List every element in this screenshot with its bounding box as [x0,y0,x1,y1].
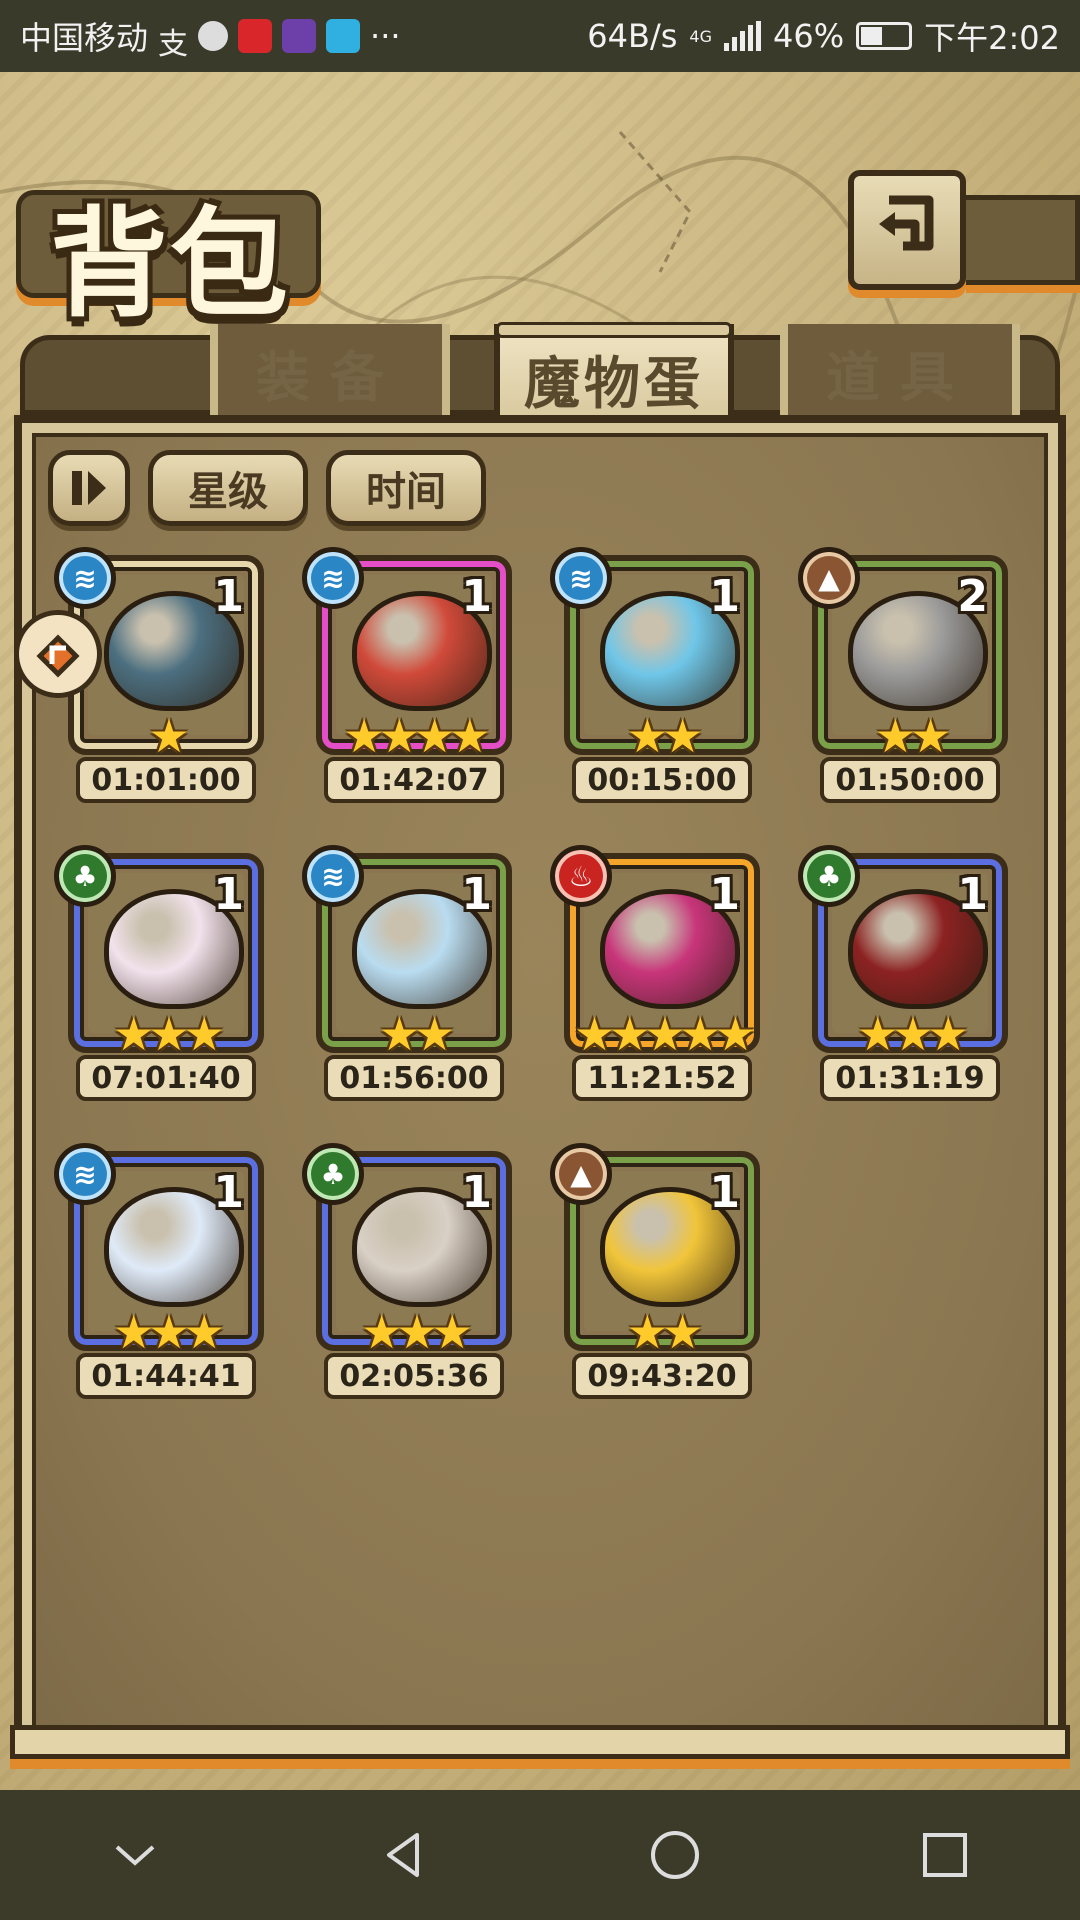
egg-count: 1 [461,1167,492,1218]
sort-by-time-label: 时间 [366,469,446,515]
hatch-timer: 02:05:36 [324,1353,504,1399]
egg-slot[interactable]: 1 ★★ ≋ 00:15:00 [550,547,760,805]
tab-label: 装备 [256,344,404,409]
back-bar [966,195,1080,285]
sort-toggle-button[interactable] [48,450,130,526]
hatch-timer: 09:43:20 [572,1353,752,1399]
tab-label: 道具 [826,344,974,409]
hatch-timer: 00:15:00 [572,757,752,803]
egg-slot[interactable]: 1 ★★★★ ≋ 01:42:07 [302,547,512,805]
egg-count: 1 [957,869,988,920]
battery-icon [856,22,913,50]
sort-toggle-icon [72,471,106,505]
hatch-timer: 01:50:00 [820,757,1000,803]
egg-count: 1 [461,869,492,920]
star-rating: ★ [148,709,189,763]
water-element-icon: ≋ [54,1143,116,1205]
carrier-label: 中国移动 [20,19,149,57]
hand-icon [198,21,229,51]
battery-percent: 46% [773,17,845,55]
egg-slot[interactable]: 1 ★★★ ♣ 07:01:40 [54,845,264,1103]
egg-slot[interactable]: 1 ★★★ ≋ 01:44:41 [54,1143,264,1401]
egg-count: 1 [213,571,244,622]
star-rating: ★★ [626,1305,703,1359]
status-bar: 中国移动 支 ··· 64B/s 4G 46% 下午2:02 [0,0,1080,72]
grass-element-icon: ♣ [54,845,116,907]
hatch-timer: 07:01:40 [76,1055,256,1101]
net-speed: 64B/s [587,17,678,55]
earth-element-icon: ▲ [798,547,860,609]
egg-count: 2 [957,571,988,622]
alipay-icon: 支 [158,27,189,62]
back-button[interactable] [848,170,966,290]
egg-count: 1 [709,1167,740,1218]
hatch-timer: 01:42:07 [324,757,504,803]
fold-side-button[interactable] [14,610,102,698]
hatch-timer: 01:44:41 [76,1353,256,1399]
hatch-timer: 01:01:00 [76,757,256,803]
star-rating: ★★★ [857,1007,969,1061]
chevron-down-icon[interactable] [105,1825,165,1885]
hatch-timer: 01:56:00 [324,1055,504,1101]
hatch-timer: 11:21:52 [572,1055,752,1101]
water-element-icon: ≋ [302,547,364,609]
recents-square-icon[interactable] [915,1825,975,1885]
sort-by-star-label: 星级 [188,469,268,515]
egg-slot[interactable]: 1 ★★ ▲ 09:43:20 [550,1143,760,1401]
egg-count: 1 [461,571,492,622]
system-nav-bar [0,1790,1080,1920]
star-rating: ★★ [874,709,951,763]
star-rating: ★★★ [113,1305,225,1359]
panel-bottom-bar [10,1725,1070,1759]
tab-items[interactable]: 道具 [780,324,1020,420]
more-notifications-icon: ··· [370,17,401,55]
star-rating: ★★ [626,709,703,763]
egg-slot[interactable]: 1 ★★★ ♣ 02:05:36 [302,1143,512,1401]
sort-by-time-button[interactable]: 时间 [326,450,486,526]
water-element-icon: ≋ [54,547,116,609]
egg-count: 1 [213,1167,244,1218]
egg-slot[interactable]: 1 ★★★ ♣ 01:31:19 [798,845,1008,1103]
back-triangle-icon[interactable] [375,1825,435,1885]
star-rating: ★★★ [361,1305,473,1359]
return-arrow-icon [879,195,934,251]
fire-element-icon: ♨ [550,845,612,907]
clock: 下午2:02 [924,19,1060,57]
star-rating: ★★★ [113,1007,225,1061]
video-app-icon [282,19,317,53]
egg-slot[interactable]: 1 ★★ ≋ 01:56:00 [302,845,512,1103]
egg-count: 1 [709,571,740,622]
network-type: 4G [689,26,712,46]
tab-label: 魔物蛋 [524,350,704,417]
earth-element-icon: ▲ [550,1143,612,1205]
signal-icon [724,21,761,51]
hatch-timer: 01:31:19 [820,1055,1000,1101]
home-circle-icon[interactable] [645,1825,705,1885]
water-element-icon: ≋ [550,547,612,609]
star-rating: ★★★★★ [573,1007,756,1061]
star-rating: ★★★★ [343,709,491,763]
grass-element-icon: ♣ [798,845,860,907]
tab-equipment[interactable]: 装备 [210,324,450,420]
sort-by-star-button[interactable]: 星级 [148,450,308,526]
star-rating: ★★ [378,1007,455,1061]
tab-cap [496,322,732,338]
water-element-icon: ≋ [302,845,364,907]
arrow-badge-icon [36,634,80,678]
egg-count: 1 [709,869,740,920]
grass-element-icon: ♣ [302,1143,364,1205]
page-title: 背包 [50,194,291,333]
tencent-video-icon [326,19,361,53]
egg-count: 1 [213,869,244,920]
egg-slot[interactable]: 2 ★★ ▲ 01:50:00 [798,547,1008,805]
tieba-icon [238,19,273,53]
tab-monster-eggs[interactable]: 魔物蛋 [494,322,734,428]
egg-slot[interactable]: 1 ★★★★★ ♨ 11:21:52 [550,845,760,1103]
